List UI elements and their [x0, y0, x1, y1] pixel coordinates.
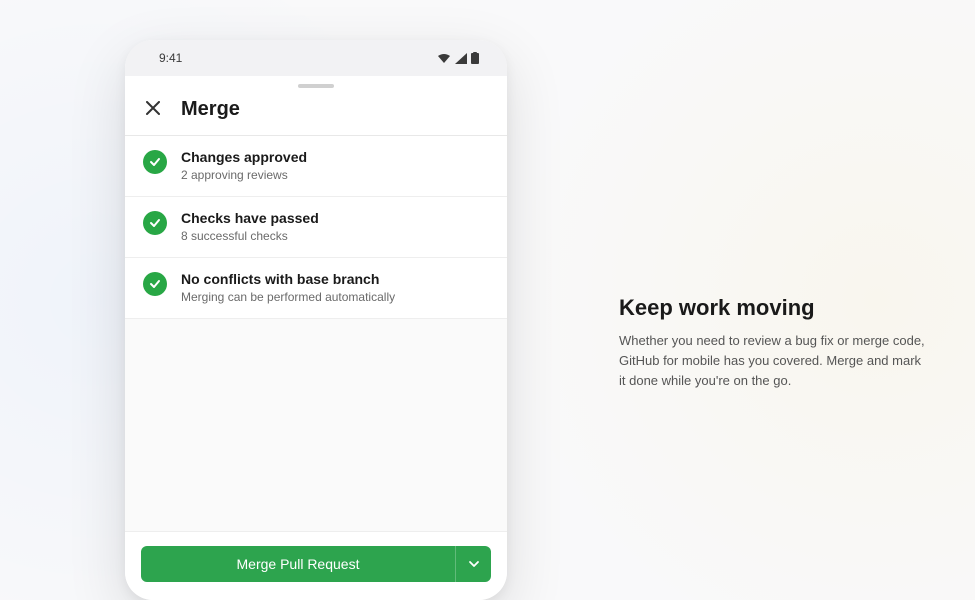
- status-item-approved: Changes approved 2 approving reviews: [125, 136, 507, 197]
- wifi-icon: [437, 53, 451, 64]
- marketing-title: Keep work moving: [619, 295, 929, 321]
- status-item-checks: Checks have passed 8 successful checks: [125, 197, 507, 258]
- merge-status-list: Changes approved 2 approving reviews Che…: [125, 136, 507, 319]
- signal-icon: [455, 53, 467, 64]
- content-spacer: [125, 319, 507, 531]
- status-bar: 9:41: [125, 40, 507, 76]
- check-icon: [143, 272, 167, 296]
- marketing-copy-block: Keep work moving Whether you need to rev…: [619, 295, 929, 391]
- status-title: Checks have passed: [181, 209, 489, 227]
- status-time: 9:41: [159, 51, 182, 65]
- sheet-handle[interactable]: [298, 84, 334, 88]
- status-title: No conflicts with base branch: [181, 270, 489, 288]
- footer: Merge Pull Request: [125, 531, 507, 600]
- status-icons: [437, 52, 479, 64]
- merge-options-dropdown[interactable]: [455, 546, 491, 582]
- marketing-body: Whether you need to review a bug fix or …: [619, 331, 929, 391]
- status-title: Changes approved: [181, 148, 489, 166]
- sheet-header: Merge: [125, 94, 507, 136]
- check-icon: [143, 150, 167, 174]
- page-title: Merge: [181, 98, 240, 121]
- close-button[interactable]: [143, 99, 163, 120]
- status-subtitle: Merging can be performed automatically: [181, 289, 489, 306]
- status-item-conflicts: No conflicts with base branch Merging ca…: [125, 258, 507, 319]
- chevron-down-icon: [468, 558, 480, 570]
- battery-icon: [471, 52, 479, 64]
- status-subtitle: 8 successful checks: [181, 228, 489, 245]
- check-icon: [143, 211, 167, 235]
- phone-frame: 9:41 Merge Changes approved 2 approving …: [125, 40, 507, 600]
- close-icon: [146, 101, 160, 115]
- merge-pull-request-button[interactable]: Merge Pull Request: [141, 546, 455, 582]
- status-subtitle: 2 approving reviews: [181, 167, 489, 184]
